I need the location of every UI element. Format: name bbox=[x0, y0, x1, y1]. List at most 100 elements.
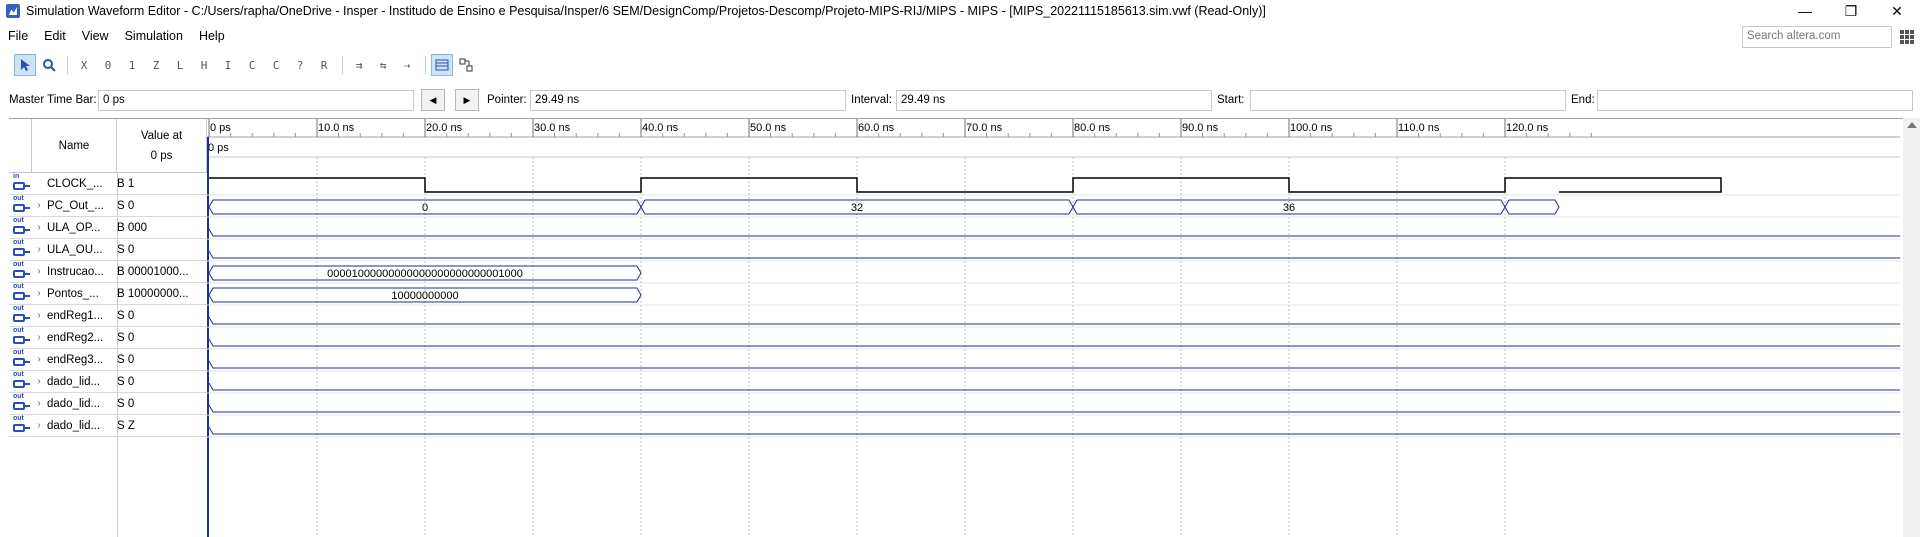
insert-icon[interactable]: ⇢ bbox=[396, 54, 418, 76]
low-waveform bbox=[208, 404, 1900, 413]
menu-file[interactable]: File bbox=[0, 29, 36, 43]
weak-high-icon[interactable]: H bbox=[193, 54, 215, 76]
next-transition-button[interactable]: ▶ bbox=[455, 89, 479, 111]
expand-chevron-icon[interactable]: › bbox=[31, 288, 47, 299]
low-waveform bbox=[208, 316, 1900, 325]
signal-row[interactable]: out › dado_lid... S Z bbox=[9, 415, 207, 437]
signal-row[interactable]: out › ULA_OU... S 0 bbox=[9, 239, 207, 261]
waveform-canvas[interactable]: 0 ps 10.0 ns 20.0 ns 30.0 ns 40.0 ns 50.0 ns 6… bbox=[207, 119, 1900, 537]
expand-chevron-icon[interactable]: › bbox=[31, 420, 47, 431]
signal-row[interactable]: out › dado_lid... S 0 bbox=[9, 371, 207, 393]
expand-chevron-icon[interactable]: › bbox=[31, 222, 47, 233]
minimize-button[interactable]: — bbox=[1782, 0, 1828, 22]
toolbar-separator bbox=[425, 56, 426, 74]
selection-tool-icon[interactable] bbox=[14, 54, 36, 76]
high-impedance-icon[interactable]: Z bbox=[145, 54, 167, 76]
signal-row[interactable]: out › endReg2... S 0 bbox=[9, 327, 207, 349]
expand-chevron-icon[interactable]: › bbox=[31, 310, 47, 321]
close-button[interactable]: ✕ bbox=[1874, 0, 1920, 22]
reorder-icon[interactable]: ⇆ bbox=[372, 54, 394, 76]
end-field bbox=[1597, 90, 1913, 111]
zoom-tool-icon[interactable] bbox=[38, 54, 60, 76]
ruler-tick-label: 0 ps bbox=[210, 122, 231, 134]
menu-simulation[interactable]: Simulation bbox=[117, 29, 191, 43]
signal-row[interactable]: out › Instrucao... B 00001000... bbox=[9, 261, 207, 283]
ruler-tick-label: 70.0 ns bbox=[966, 122, 1003, 134]
apps-grid-icon[interactable] bbox=[1900, 30, 1914, 44]
low-waveform bbox=[208, 228, 1900, 237]
end-label: End: bbox=[1571, 94, 1595, 106]
bus-segment bbox=[1504, 199, 1560, 215]
scroll-up-icon[interactable] bbox=[1907, 122, 1917, 128]
ruler-tick-label: 60.0 ns bbox=[858, 122, 895, 134]
ruler-tick-label: 100.0 ns bbox=[1290, 122, 1333, 134]
value-column-header[interactable]: Value at 0 ps bbox=[117, 119, 207, 173]
icon-column-header bbox=[9, 119, 32, 173]
signal-name: CLOCK_... bbox=[47, 177, 103, 190]
expand-chevron-icon[interactable]: › bbox=[31, 332, 47, 343]
interval-field: 29.49 ns bbox=[896, 90, 1212, 111]
expand-chevron-icon[interactable]: › bbox=[31, 244, 47, 255]
expand-chevron-icon[interactable]: › bbox=[31, 266, 47, 277]
value-header-time: 0 ps bbox=[150, 149, 173, 162]
expand-chevron-icon[interactable]: › bbox=[31, 398, 47, 409]
signal-name: dado_lid... bbox=[47, 397, 101, 410]
signal-row[interactable]: out › endReg3... S 0 bbox=[9, 349, 207, 371]
name-column-header[interactable]: Name bbox=[32, 119, 117, 173]
signal-value: S 0 bbox=[117, 397, 135, 410]
arbitrary-value-icon[interactable]: ? bbox=[289, 54, 311, 76]
ruler-tick-label: 20.0 ns bbox=[426, 122, 463, 134]
maximize-button[interactable]: ❐ bbox=[1828, 0, 1874, 22]
signal-name: endReg3... bbox=[47, 353, 104, 366]
signal-value: S 0 bbox=[117, 199, 135, 212]
signal-name: dado_lid... bbox=[47, 419, 101, 432]
signal-name: dado_lid... bbox=[47, 375, 101, 388]
forcing-low-icon[interactable]: 0 bbox=[97, 54, 119, 76]
invert-icon[interactable]: I bbox=[217, 54, 239, 76]
menu-view[interactable]: View bbox=[74, 29, 117, 43]
signal-row[interactable]: in CLOCK_... B 1 bbox=[9, 173, 207, 195]
signal-value: B 00001000... bbox=[117, 265, 189, 278]
bus-value-label: 32 bbox=[851, 202, 863, 214]
snap-to-grid-icon[interactable]: ⇉ bbox=[348, 54, 370, 76]
signal-name: Instrucao... bbox=[47, 265, 104, 278]
forcing-high-icon[interactable]: 1 bbox=[121, 54, 143, 76]
start-label: Start: bbox=[1217, 94, 1245, 106]
signal-row[interactable]: out › ULA_OP... B 000 bbox=[9, 217, 207, 239]
ruler-tick-label: 90.0 ns bbox=[1182, 122, 1219, 134]
previous-transition-button[interactable]: ◀ bbox=[421, 89, 445, 111]
signal-value: S 0 bbox=[117, 243, 135, 256]
waveform-settings-icon[interactable] bbox=[431, 54, 453, 76]
title-bar: Simulation Waveform Editor - C:/Users/ra… bbox=[0, 0, 1920, 22]
random-value-icon[interactable]: R bbox=[313, 54, 335, 76]
bus-value-label: 0 bbox=[422, 202, 428, 214]
signal-name: endReg2... bbox=[47, 331, 104, 344]
count-value-icon[interactable]: C bbox=[241, 54, 263, 76]
low-waveform bbox=[208, 382, 1900, 391]
signal-value: B 10000000... bbox=[117, 287, 189, 300]
vertical-scrollbar[interactable] bbox=[1903, 118, 1920, 537]
expand-chevron-icon[interactable]: › bbox=[31, 376, 47, 387]
time-bar: Master Time Bar: 0 ps ◀ ▶ Pointer: 29.49… bbox=[0, 88, 1920, 114]
clock-icon[interactable]: C bbox=[265, 54, 287, 76]
menu-help[interactable]: Help bbox=[191, 29, 233, 43]
expand-chevron-icon[interactable]: › bbox=[31, 354, 47, 365]
waveform-area: Name Value at 0 ps in CLOCK_... B 1 out › PC_… bbox=[9, 118, 1920, 537]
signal-row[interactable]: out › endReg1... S 0 bbox=[9, 305, 207, 327]
signal-name: Pontos_... bbox=[47, 287, 99, 300]
toolbar-separator bbox=[342, 56, 343, 74]
signal-row[interactable]: out › Pontos_... B 10000000... bbox=[9, 283, 207, 305]
weak-low-icon[interactable]: L bbox=[169, 54, 191, 76]
group-icon[interactable] bbox=[455, 54, 477, 76]
signal-row[interactable]: out › dado_lid... S 0 bbox=[9, 393, 207, 415]
bus-value-label: 00001000000000000000000000001000 bbox=[327, 268, 523, 280]
search-input[interactable]: Search altera.com bbox=[1742, 26, 1892, 48]
pointer-field: 29.49 ns bbox=[530, 90, 846, 111]
master-time-bar-field[interactable]: 0 ps bbox=[98, 90, 414, 111]
forcing-unknown-icon[interactable]: X bbox=[73, 54, 95, 76]
expand-chevron-icon[interactable]: › bbox=[31, 200, 47, 211]
toolbar: X 0 1 Z L H I C C ? R ⇉ ⇆ ⇢ bbox=[0, 52, 1920, 78]
signal-row[interactable]: out › PC_Out_... S 0 bbox=[9, 195, 207, 217]
output-pin-icon: out bbox=[9, 412, 31, 439]
menu-edit[interactable]: Edit bbox=[36, 29, 74, 43]
